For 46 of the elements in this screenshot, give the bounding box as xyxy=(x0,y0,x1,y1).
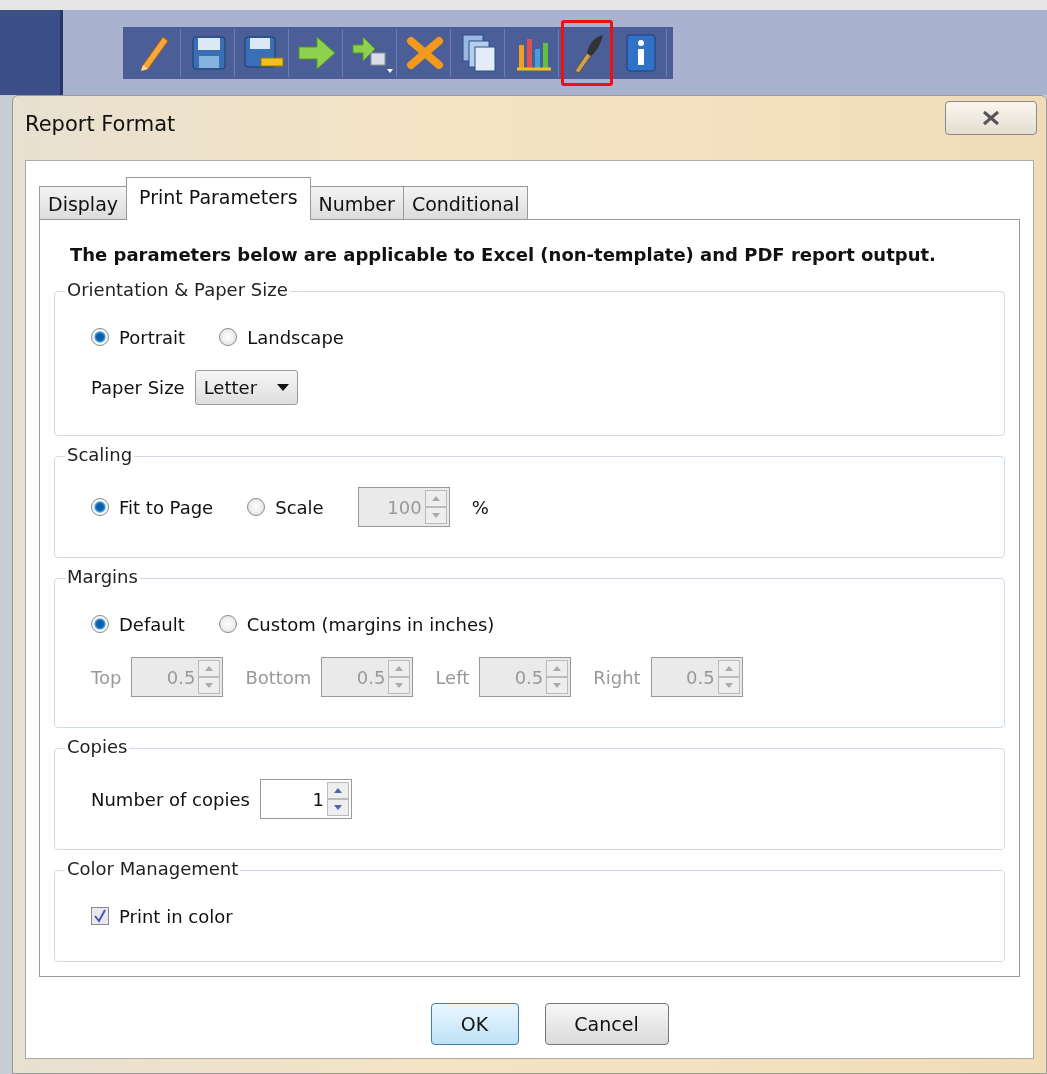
close-button[interactable] xyxy=(945,101,1037,135)
spinner-arrows-icon xyxy=(388,660,411,694)
info-text: The parameters below are applicable to Excel (non-template) and PDF report output. xyxy=(70,244,937,265)
radio-label[interactable]: Portrait xyxy=(119,326,186,348)
checkbox-label[interactable]: Print in color xyxy=(119,905,233,927)
field-label: Left xyxy=(435,666,470,688)
group-title: Copies xyxy=(65,736,130,757)
field-label: Number of copies xyxy=(91,788,250,810)
radio-button[interactable] xyxy=(218,615,237,633)
spinner-arrows-icon xyxy=(717,660,740,694)
caret-icon xyxy=(277,383,290,392)
close-icon xyxy=(980,110,1002,126)
tab[interactable]: Number xyxy=(309,186,404,219)
group-title: Orientation & Paper Size xyxy=(65,279,290,300)
field-label: Paper Size xyxy=(91,377,185,398)
field-label: Top xyxy=(91,666,122,688)
tab[interactable]: Display xyxy=(39,186,128,219)
spinner-field[interactable]: 1 xyxy=(259,779,352,819)
radio-label[interactable]: Custom (margins in inches) xyxy=(246,613,495,635)
group-title: Color Management xyxy=(65,858,241,879)
checkbox[interactable] xyxy=(91,907,109,925)
radio-label[interactable]: Scale xyxy=(275,496,324,518)
window-title: Report Format xyxy=(25,112,176,136)
spinner-arrows-icon xyxy=(326,782,349,816)
tab[interactable]: Conditional xyxy=(402,186,529,219)
radio-label[interactable]: Default xyxy=(119,613,185,635)
radio-button[interactable] xyxy=(91,498,109,516)
group-title: Margins xyxy=(65,566,140,587)
radio-label[interactable]: Fit to Page xyxy=(119,496,214,518)
paper-size-dropdown[interactable]: Letter xyxy=(194,370,299,405)
radio-button[interactable] xyxy=(91,615,109,633)
field-label: Bottom xyxy=(245,666,312,688)
radio-button[interactable] xyxy=(247,498,266,516)
spinner-arrows-icon xyxy=(424,490,447,524)
field-label: Right xyxy=(593,666,641,688)
group-title: Scaling xyxy=(65,444,135,465)
field-label: % xyxy=(471,496,489,518)
tab[interactable]: Print Parameters xyxy=(126,177,311,220)
dialog-button[interactable]: Cancel xyxy=(544,1003,669,1045)
spinner-arrows-icon xyxy=(546,660,569,694)
radio-label[interactable]: Landscape xyxy=(247,326,344,348)
dialog-button[interactable]: OK xyxy=(430,1003,519,1045)
radio-button[interactable] xyxy=(91,328,109,346)
spinner-arrows-icon xyxy=(198,660,221,694)
radio-button[interactable] xyxy=(219,328,238,346)
toolbar-button[interactable] xyxy=(561,20,613,86)
